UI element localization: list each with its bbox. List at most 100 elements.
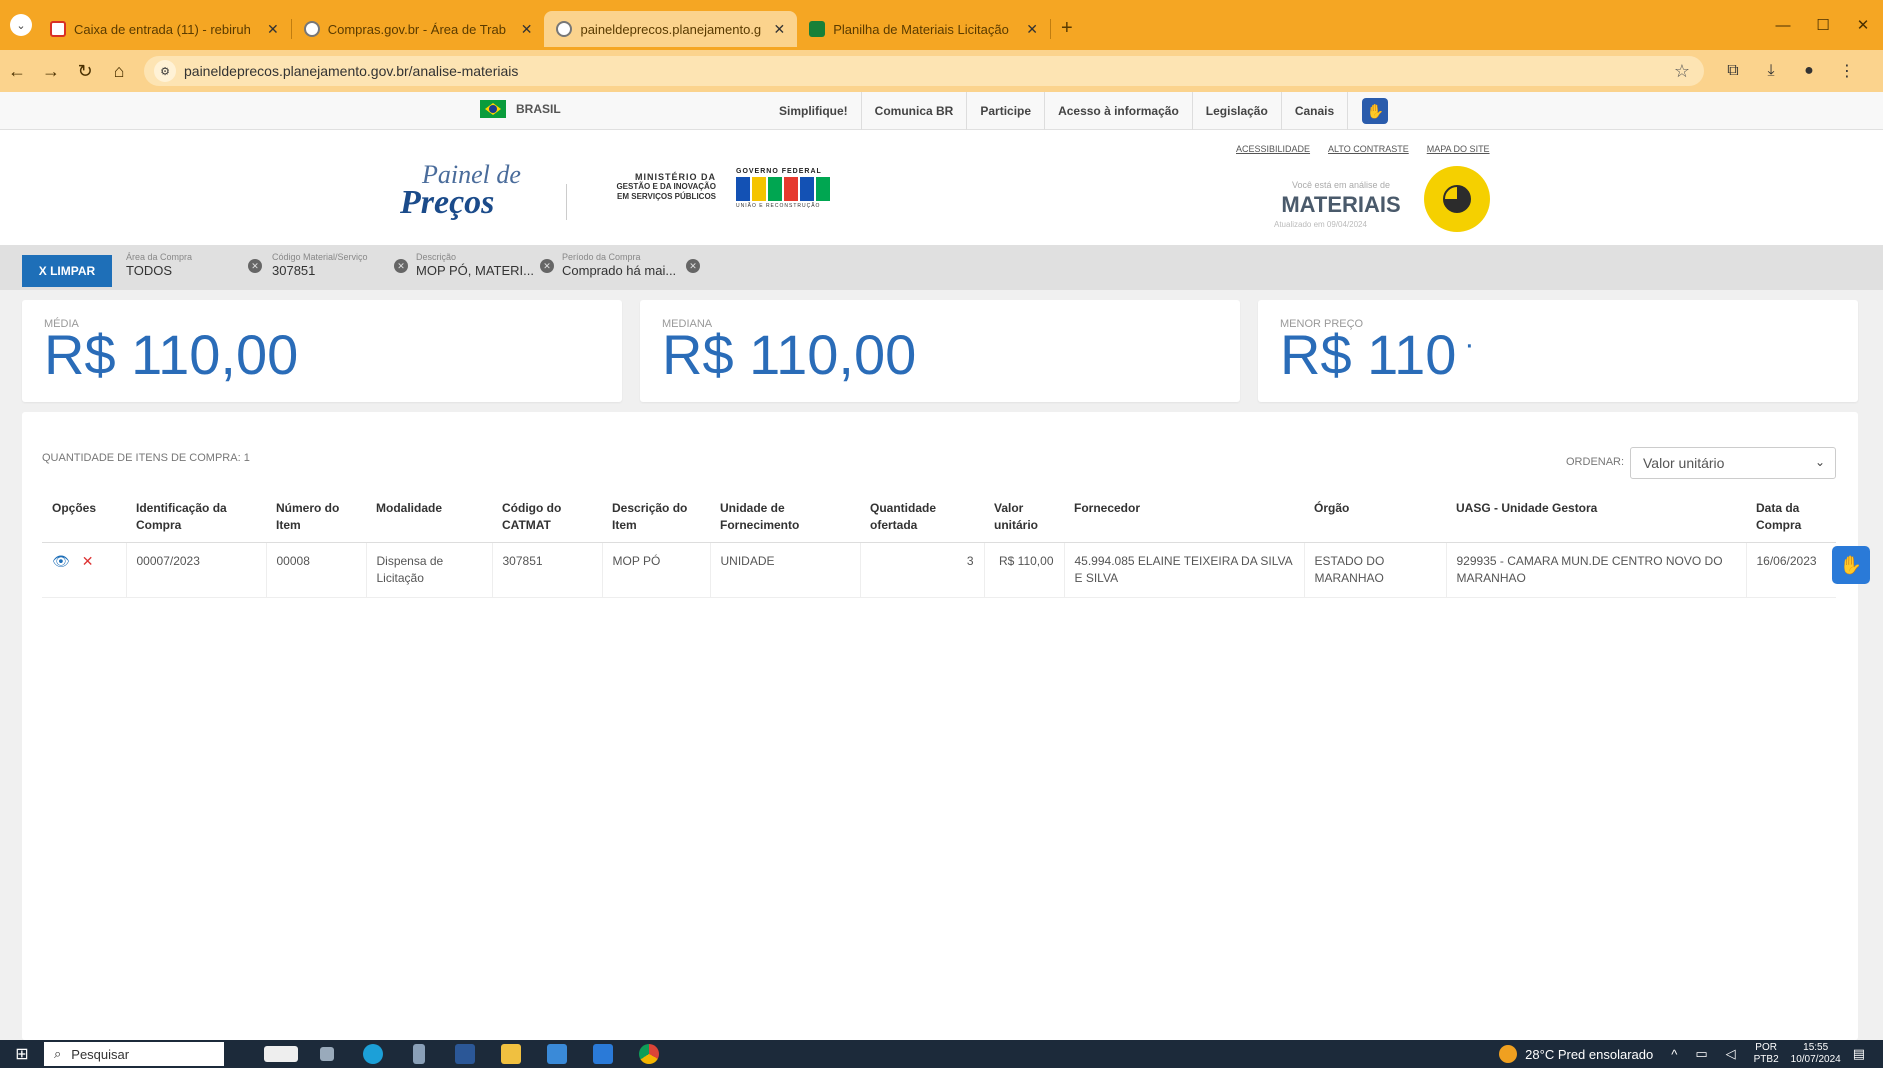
filter-area-compra[interactable]: Área da Compra TODOS: [126, 252, 192, 278]
volume-icon[interactable]: ◁: [1726, 1046, 1736, 1062]
weather-text[interactable]: 28°C Pred ensolarado: [1525, 1047, 1653, 1062]
network-icon[interactable]: ▭: [1695, 1046, 1707, 1062]
reload-icon[interactable]: ↻: [68, 61, 102, 82]
remove-filter-icon[interactable]: ✕: [394, 259, 408, 273]
url-field[interactable]: ⚙ paineldeprecos.planejamento.gov.br/ana…: [144, 56, 1704, 86]
back-icon[interactable]: ←: [0, 61, 34, 82]
maximize-button[interactable]: ☐: [1803, 16, 1843, 34]
download-icon[interactable]: ⤓: [1752, 62, 1790, 80]
tab-close-icon[interactable]: ✕: [773, 21, 785, 38]
tab-close-icon[interactable]: ✕: [521, 21, 533, 38]
close-window-button[interactable]: ✕: [1843, 16, 1883, 34]
tab-close-icon[interactable]: ✕: [267, 21, 279, 38]
vlibras-float-icon[interactable]: ✋: [1832, 546, 1870, 584]
ministerio-line-1: MINISTÉRIO DA: [634, 172, 716, 182]
cell-uasg: 929935 - CAMARA MUN.DE CENTRO NOVO DO MA…: [1446, 542, 1747, 598]
widgets-icon[interactable]: [258, 1046, 304, 1062]
tray-chevron-icon[interactable]: ^: [1671, 1047, 1677, 1062]
tab-close-icon[interactable]: ✕: [1026, 21, 1038, 38]
tab-search-icon[interactable]: ⌄: [10, 14, 32, 36]
system-tray: 28°C Pred ensolarado ^ ▭ ◁ POR PTB2 15:5…: [1499, 1040, 1883, 1068]
remove-filter-icon[interactable]: ✕: [686, 259, 700, 273]
alto-contraste-link[interactable]: ALTO CONTRASTE: [1328, 144, 1409, 154]
cell-numero-item: 00008: [266, 542, 367, 598]
col-numero-item[interactable]: Número do Item: [266, 490, 366, 543]
browser-tab-gmail[interactable]: Caixa de entrada (11) - rebiruh ✕: [38, 11, 291, 47]
context-title: MATERIAIS: [1281, 192, 1401, 217]
remove-filter-icon[interactable]: ✕: [540, 259, 554, 273]
browser-tab-painel[interactable]: paineldeprecos.planejamento.g ✕: [544, 11, 798, 47]
mediana-card: MEDIANA R$ 110,00: [640, 300, 1240, 402]
view-eye-icon[interactable]: 👁: [52, 553, 70, 569]
remove-filter-icon[interactable]: ✕: [248, 259, 262, 273]
context-caption: Você está em análise de: [1291, 180, 1391, 190]
painel-precos-logo[interactable]: Painel de Preços: [400, 160, 521, 222]
bookmark-star-icon[interactable]: ☆: [1674, 61, 1690, 82]
app-icon[interactable]: [396, 1044, 442, 1064]
profile-icon[interactable]: ●: [1790, 62, 1828, 80]
gov-link-comunica[interactable]: Comunica BR: [862, 92, 968, 130]
col-catmat[interactable]: Código do CATMAT: [492, 490, 602, 543]
browser-tab-planilha[interactable]: Planilha de Materiais Licitação ✕: [797, 11, 1050, 47]
brasil-link[interactable]: BRASIL: [480, 100, 561, 118]
col-modalidade[interactable]: Modalidade: [366, 490, 492, 543]
lang-primary: POR: [1755, 1042, 1777, 1053]
language-indicator[interactable]: POR PTB2: [1754, 1042, 1779, 1066]
gov-link-acesso[interactable]: Acesso à informação: [1045, 92, 1193, 130]
col-descricao[interactable]: Descrição do Item: [602, 490, 710, 543]
gov-link-participe[interactable]: Participe: [967, 92, 1046, 130]
acessibilidade-link[interactable]: ACESSIBILIDADE: [1236, 144, 1310, 154]
col-quantidade[interactable]: Quantidade ofertada: [860, 490, 984, 543]
col-orgao[interactable]: Órgão: [1304, 490, 1446, 543]
ordenar-select[interactable]: Valor unitário ⌄: [1630, 447, 1836, 479]
context-updated: Atualizado em 09/04/2024: [1274, 220, 1367, 229]
edge-icon[interactable]: [350, 1044, 396, 1064]
item-count: QUANTIDADE DE ITENS DE COMPRA: 1: [42, 452, 250, 464]
col-uasg[interactable]: UASG - Unidade Gestora: [1446, 490, 1746, 543]
extensions-icon[interactable]: ⧉: [1714, 62, 1752, 80]
gov-link-canais[interactable]: Canais: [1282, 92, 1349, 130]
filter-label: Descrição: [416, 252, 457, 262]
pie-chart-icon: [1424, 166, 1490, 232]
store-icon[interactable]: [534, 1044, 580, 1064]
minimize-button[interactable]: —: [1763, 17, 1803, 34]
notification-icon[interactable]: ▤: [1853, 1046, 1865, 1062]
home-icon[interactable]: ⌂: [102, 61, 136, 82]
clock[interactable]: 15:55 10/07/2024: [1791, 1042, 1841, 1066]
analysis-context: Você está em análise de MATERIAIS Atuali…: [1274, 180, 1406, 229]
filter-label: Período da Compra: [562, 252, 641, 262]
ordenar-label: ORDENAR:: [1566, 456, 1625, 468]
limpar-button[interactable]: X LIMPAR: [22, 255, 112, 287]
new-tab-button[interactable]: +: [1061, 17, 1073, 40]
chrome-icon[interactable]: [626, 1044, 672, 1064]
word-icon[interactable]: [442, 1044, 488, 1064]
gov-link-legislacao[interactable]: Legislação: [1193, 92, 1282, 130]
mail-icon[interactable]: [580, 1044, 626, 1064]
file-explorer-icon[interactable]: [488, 1044, 534, 1064]
forward-icon[interactable]: →: [34, 61, 68, 82]
col-identificacao[interactable]: Identificação da Compra: [126, 490, 266, 543]
col-data[interactable]: Data da Compra: [1746, 490, 1836, 543]
tab-label: Compras.gov.br - Área de Trab: [327, 21, 506, 37]
remove-x-icon[interactable]: ✕: [82, 553, 94, 569]
taskbar-search[interactable]: ⌕ Pesquisar: [44, 1042, 224, 1066]
windows-start-icon[interactable]: ⊞: [0, 1044, 44, 1064]
cell-orgao: ESTADO DO MARANHAO: [1304, 542, 1447, 598]
filter-descricao[interactable]: Descrição MOP PÓ, MATERI...: [416, 252, 534, 278]
menor-preco-display: R$ 110 ·: [1280, 322, 1474, 387]
table-header-row: Opções Identificação da Compra Número do…: [42, 490, 1836, 543]
mapa-do-site-link[interactable]: MAPA DO SITE: [1427, 144, 1490, 154]
filter-codigo[interactable]: Código Material/Serviço 307851: [272, 252, 368, 278]
menu-dots-icon[interactable]: ⋮: [1828, 61, 1866, 81]
col-valor[interactable]: Valor unitário: [984, 490, 1064, 543]
task-view-icon[interactable]: [304, 1047, 350, 1061]
filter-value: Comprado há mai...: [562, 263, 677, 278]
gov-link-simplifique[interactable]: Simplifique!: [766, 92, 862, 130]
vlibras-icon[interactable]: ✋: [1362, 98, 1389, 124]
browser-toolbar-right: ⧉ ⤓ ● ⋮: [1714, 61, 1866, 81]
col-unidade[interactable]: Unidade de Fornecimento: [710, 490, 860, 543]
filter-periodo[interactable]: Período da Compra Comprado há mai...: [562, 252, 676, 278]
col-fornecedor[interactable]: Fornecedor: [1064, 490, 1304, 543]
site-info-icon[interactable]: ⚙: [154, 60, 176, 82]
browser-tab-compras[interactable]: Compras.gov.br - Área de Trab ✕: [292, 11, 545, 47]
